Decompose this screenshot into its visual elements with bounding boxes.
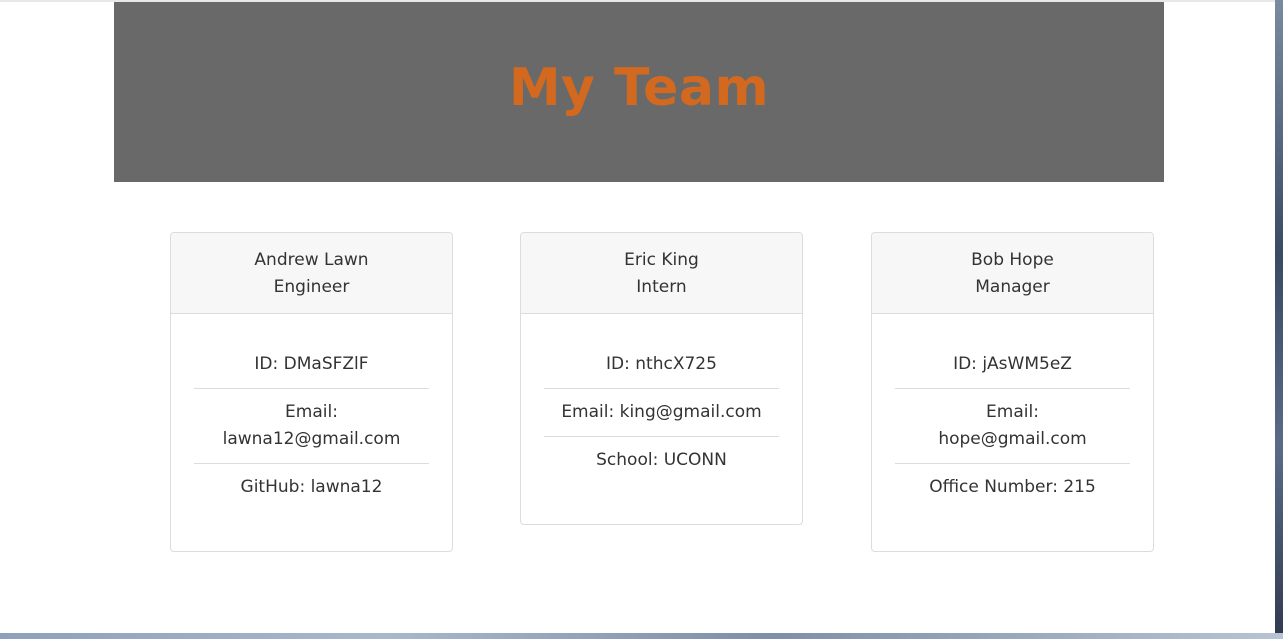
employee-github[interactable]: GitHub: lawna12 [194, 463, 429, 511]
employee-office-number: Office Number: 215 [895, 463, 1130, 511]
card-header: Andrew Lawn Engineer [171, 233, 452, 314]
employee-role: Intern [636, 277, 687, 297]
card-body: ID: jAsWM5eZ Email: hope@gmail.com Offic… [872, 314, 1153, 511]
employee-card-manager: Bob Hope Manager ID: jAsWM5eZ Email: hop… [871, 232, 1154, 552]
employee-name: Bob Hope [971, 250, 1054, 270]
desktop-background-edge [1275, 0, 1283, 639]
employee-id: ID: nthcX725 [606, 354, 717, 374]
employee-name: Eric King [624, 250, 699, 270]
employee-school: School: UCONN [544, 436, 779, 484]
email-link[interactable]: lawna12@gmail.com [204, 426, 419, 453]
employee-role: Manager [975, 277, 1050, 297]
employee-id: ID: DMaSFZlF [254, 354, 369, 374]
employee-email: Email: hope@gmail.com [895, 388, 1130, 463]
employee-name: Andrew Lawn [254, 250, 369, 270]
employee-card-engineer: Andrew Lawn Engineer ID: DMaSFZlF Email:… [170, 232, 453, 552]
desktop-background-edge-bottom [0, 633, 1283, 639]
employee-email: Email: lawna12@gmail.com [194, 388, 429, 463]
employee-card-intern: Eric King Intern ID: nthcX725 Email: kin… [520, 232, 803, 525]
card-header: Bob Hope Manager [872, 233, 1153, 314]
card-header: Eric King Intern [521, 233, 802, 314]
card-body: ID: DMaSFZlF Email: lawna12@gmail.com Gi… [171, 314, 452, 511]
card-body: ID: nthcX725 Email: king@gmail.com Schoo… [521, 314, 802, 484]
employee-id: ID: jAsWM5eZ [953, 354, 1072, 374]
page-title: My Team [508, 58, 770, 118]
employee-role: Engineer [273, 277, 350, 297]
page-header: My Team [114, 2, 1164, 182]
employee-email[interactable]: Email: king@gmail.com [544, 388, 779, 436]
email-link[interactable]: hope@gmail.com [905, 426, 1120, 453]
email-label: Email: [285, 402, 338, 422]
email-label: Email: [986, 402, 1039, 422]
